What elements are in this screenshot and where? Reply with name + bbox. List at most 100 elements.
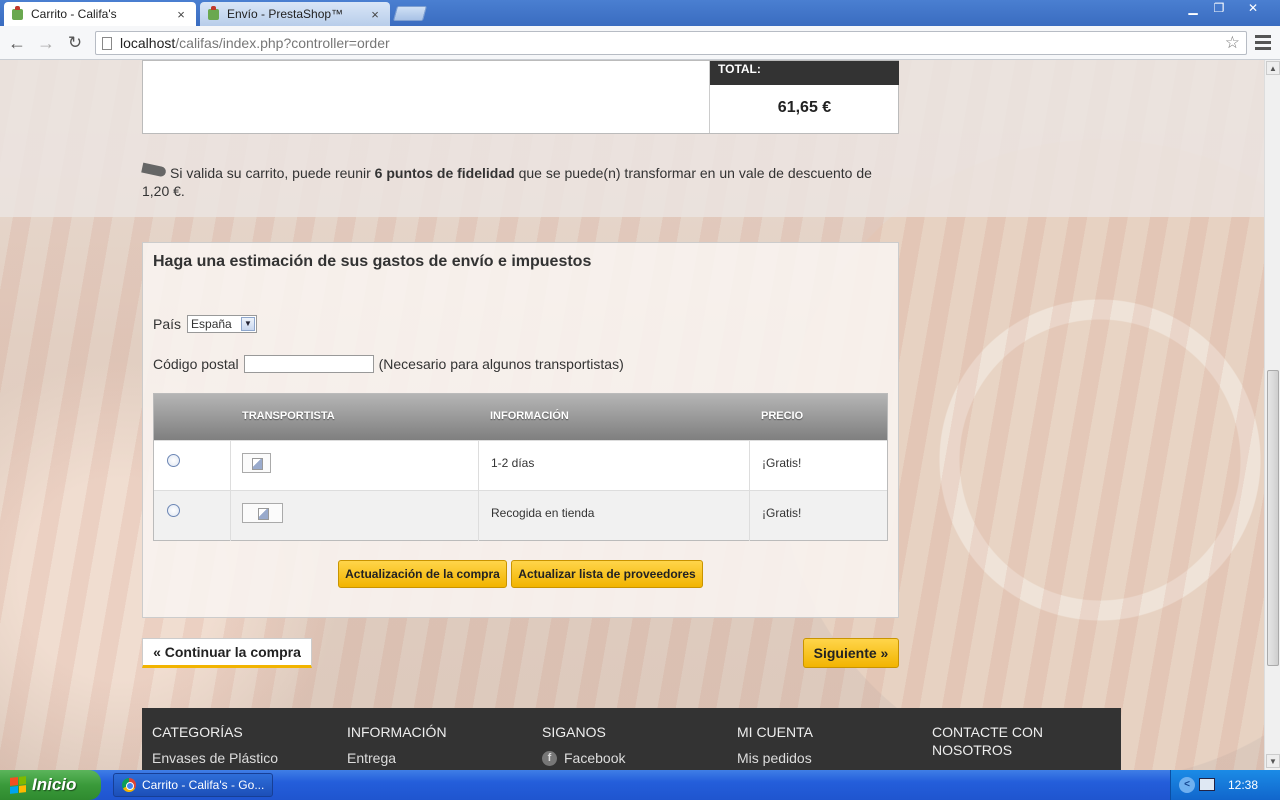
loyalty-points: 6 puntos de fidelidad: [374, 165, 515, 181]
estimate-title: Haga una estimación de sus gastos de env…: [153, 253, 592, 270]
start-label: Inicio: [32, 775, 77, 794]
start-button[interactable]: Inicio: [0, 770, 101, 800]
carrier-radio[interactable]: [167, 504, 180, 517]
tab-title: Envío - PrestaShop™: [227, 7, 344, 21]
carrier-info: 1-2 días: [491, 456, 535, 470]
cell-divider: [478, 441, 479, 491]
new-tab-button[interactable]: [392, 6, 428, 21]
browser-toolbar: ← → ↻ localhost/califas/index.php?contro…: [0, 26, 1280, 60]
carrier-radio[interactable]: [167, 454, 180, 467]
footer-column-follow: SIGANOS f Facebook: [542, 723, 727, 767]
cart-summary-table: TOTAL: 61,65 €: [142, 60, 899, 134]
network-icon[interactable]: [1199, 778, 1215, 791]
show-hidden-icons-icon[interactable]: <: [1179, 777, 1195, 793]
url-host: localhost: [120, 35, 176, 51]
carriers-table: TRANSPORTISTA INFORMACIÓN PRECIO 1-2 día…: [153, 393, 888, 541]
system-tray: < 12:38: [1170, 770, 1280, 800]
total-label: TOTAL:: [710, 61, 899, 85]
facebook-icon: f: [542, 750, 557, 766]
column-header-price: PRECIO: [761, 410, 804, 422]
chevron-down-icon: ▼: [241, 317, 256, 331]
carrier-price: ¡Gratis!: [762, 456, 802, 470]
country-select[interactable]: España ▼: [187, 315, 258, 333]
postal-row: Código postal (Necesario para algunos tr…: [153, 355, 624, 373]
chrome-menu-icon[interactable]: [1252, 32, 1274, 54]
scroll-down-icon[interactable]: ▼: [1266, 754, 1280, 768]
country-selected: España: [191, 317, 232, 331]
update-carriers-button[interactable]: Actualizar lista de proveedores: [511, 560, 703, 588]
footer-link[interactable]: Envases de Plástico: [152, 749, 337, 767]
bookmark-star-icon[interactable]: ☆: [1225, 33, 1240, 53]
continue-shopping-button[interactable]: « Continuar la compra: [142, 638, 312, 668]
page-viewport: TOTAL: 61,65 € Si valida su carrito, pue…: [0, 60, 1264, 770]
windows-taskbar: Inicio Carrito - Califa's - Go... ES < 1…: [0, 770, 1280, 800]
page-icon: [102, 36, 112, 50]
tab-envio[interactable]: Envío - PrestaShop™ ×: [200, 2, 390, 26]
url-path: /califas/index.php?controller=order: [175, 35, 390, 51]
tab-carrito[interactable]: Carrito - Califa's ×: [4, 2, 196, 26]
window-controls: ▁ ❐ ✕: [1180, 0, 1274, 18]
postal-note: (Necesario para algunos transportistas): [378, 356, 624, 372]
postal-label: Código postal: [153, 356, 239, 372]
footer-heading: INFORMACIÓN: [347, 724, 447, 740]
shipping-estimate-box: Haga una estimación de sus gastos de env…: [142, 242, 899, 618]
footer-link-label: Facebook: [564, 750, 626, 766]
reload-icon[interactable]: ↻: [65, 33, 85, 53]
windows-logo-icon: [10, 776, 26, 794]
cell-divider: [230, 441, 231, 491]
footer-column-categories: CATEGORÍAS Envases de Plástico: [152, 723, 337, 767]
prestashop-favicon-icon: [12, 5, 23, 20]
scrollbar-thumb[interactable]: [1267, 370, 1279, 666]
total-value: 61,65 €: [777, 99, 832, 116]
footer-heading: MI CUENTA: [737, 724, 813, 740]
postal-code-input[interactable]: [243, 355, 374, 373]
cell-divider: [230, 491, 231, 541]
close-tab-icon[interactable]: ×: [174, 7, 188, 22]
footer-column-information: INFORMACIÓN Entrega: [347, 723, 532, 767]
restore-icon[interactable]: ❐: [1206, 0, 1232, 18]
cell-divider: [749, 491, 750, 541]
scroll-up-icon[interactable]: ▲: [1266, 61, 1280, 75]
footer-heading: SIGANOS: [542, 724, 606, 740]
taskbar-chrome-window[interactable]: Carrito - Califa's - Go...: [113, 773, 273, 797]
table-row: 1-2 días ¡Gratis!: [154, 440, 887, 491]
column-header-carrier: TRANSPORTISTA: [242, 410, 335, 422]
table-row: Recogida en tienda ¡Gratis!: [154, 490, 887, 541]
task-title: Carrito - Califa's - Go...: [142, 778, 265, 792]
update-cart-button[interactable]: Actualización de la compra: [338, 560, 507, 588]
pointing-hand-icon: [141, 162, 167, 178]
cell-divider: [749, 441, 750, 491]
back-arrow-icon[interactable]: ←: [7, 33, 27, 53]
chrome-icon: [122, 778, 136, 792]
footer-link[interactable]: Mis pedidos: [737, 749, 922, 767]
carrier-price: ¡Gratis!: [762, 506, 802, 520]
address-bar[interactable]: localhost/califas/index.php?controller=o…: [95, 31, 1247, 55]
carrier-info: Recogida en tienda: [491, 506, 595, 520]
close-window-icon[interactable]: ✕: [1232, 0, 1274, 18]
tab-strip: Carrito - Califa's × Envío - PrestaShop™…: [0, 0, 1280, 26]
forward-arrow-icon[interactable]: →: [36, 33, 56, 53]
prestashop-favicon-icon: [208, 5, 219, 20]
footer-heading: CONTACTE CON NOSOTROS: [932, 724, 1043, 758]
clock: 12:38: [1228, 778, 1259, 792]
next-step-button[interactable]: Siguiente »: [803, 638, 899, 668]
country-label: País: [153, 316, 182, 332]
minimize-icon[interactable]: ▁: [1180, 0, 1206, 18]
cell-divider: [478, 491, 479, 541]
country-row: País España ▼: [153, 315, 258, 333]
loyalty-message: Si valida su carrito, puede reunir 6 pun…: [141, 162, 892, 200]
carriers-header: TRANSPORTISTA INFORMACIÓN PRECIO: [154, 394, 887, 440]
footer-link[interactable]: Entrega: [347, 749, 532, 767]
column-header-info: INFORMACIÓN: [490, 410, 569, 422]
loyalty-prefix: Si valida su carrito, puede reunir: [170, 165, 375, 181]
footer-link-facebook[interactable]: f Facebook: [542, 749, 727, 767]
footer-column-account: MI CUENTA Mis pedidos: [737, 723, 922, 767]
footer-heading: CATEGORÍAS: [152, 724, 243, 740]
vertical-scrollbar[interactable]: ▲ ▼: [1264, 60, 1280, 770]
site-footer: CATEGORÍAS Envases de Plástico INFORMACI…: [142, 708, 1121, 770]
carrier-logo-icon: [242, 503, 283, 523]
footer-column-contact: CONTACTE CON NOSOTROS: [932, 723, 1082, 759]
carrier-logo-icon: [242, 453, 271, 473]
tab-title: Carrito - Califa's: [31, 7, 117, 21]
close-tab-icon[interactable]: ×: [368, 7, 382, 22]
